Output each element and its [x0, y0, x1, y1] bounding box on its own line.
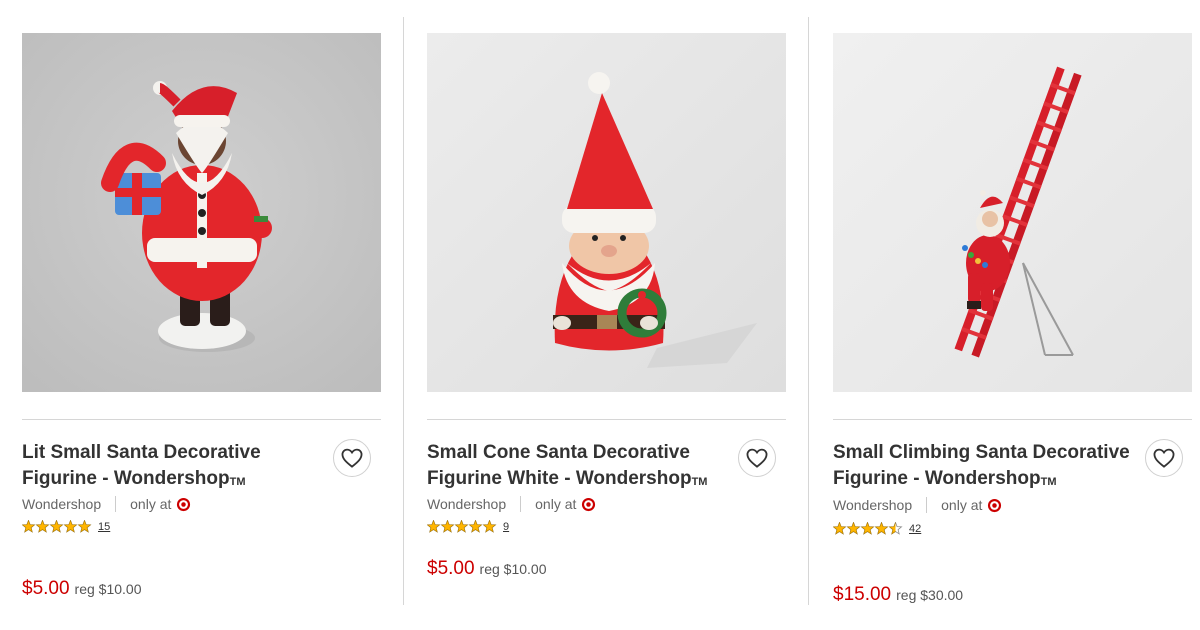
- santa-figurine-image: [833, 33, 1192, 392]
- column-divider: [808, 17, 809, 605]
- star-icon: [833, 522, 847, 535]
- card-divider: [427, 419, 786, 420]
- target-bullseye-icon: [988, 498, 1002, 512]
- review-count-link[interactable]: 9: [503, 521, 509, 533]
- product-meta: Wondershop only at: [833, 495, 1002, 515]
- star-icon: [35, 520, 50, 533]
- brand-name[interactable]: Wondershop: [833, 497, 928, 513]
- card-divider: [22, 419, 381, 420]
- star-icon: [22, 520, 36, 533]
- target-bullseye-icon: [177, 497, 191, 511]
- star-icon: [874, 522, 889, 535]
- star-icon: [888, 522, 903, 535]
- favorite-button[interactable]: [333, 439, 371, 477]
- santa-figurine-image: [427, 33, 786, 392]
- rating-stars: [833, 522, 903, 535]
- star-icon: [63, 520, 78, 533]
- availability: only at: [116, 496, 191, 512]
- star-rating: 15: [22, 520, 110, 533]
- product-title[interactable]: Small Climbing Santa Decorative Figurine…: [833, 440, 1133, 492]
- availability: only at: [521, 496, 596, 512]
- star-icon: [77, 520, 92, 533]
- regular-price: reg $10.00: [479, 561, 547, 577]
- price: $5.00 reg $10.00: [427, 558, 547, 580]
- product-image-climbing-santa[interactable]: [833, 33, 1192, 392]
- sale-price: $5.00: [22, 578, 70, 599]
- star-icon: [427, 520, 441, 533]
- target-bullseye-icon: [582, 497, 596, 511]
- sale-price: $15.00: [833, 584, 892, 605]
- star-icon: [846, 522, 861, 535]
- star-icon: [49, 520, 64, 533]
- product-card[interactable]: Small Climbing Santa Decorative Figurine…: [833, 0, 1192, 630]
- product-card[interactable]: Lit Small Santa Decorative Figurine - Wo…: [22, 0, 381, 630]
- brand-name[interactable]: Wondershop: [427, 496, 522, 512]
- review-count-link[interactable]: 42: [909, 523, 921, 535]
- rating-stars: [427, 520, 497, 533]
- product-title[interactable]: Small Cone Santa Decorative Figurine Whi…: [427, 440, 727, 492]
- product-card[interactable]: Small Cone Santa Decorative Figurine Whi…: [427, 0, 786, 630]
- product-meta: Wondershop only at: [427, 494, 596, 514]
- star-icon: [860, 522, 875, 535]
- star-icon: [482, 520, 497, 533]
- card-divider: [833, 419, 1192, 420]
- star-icon: [468, 520, 483, 533]
- star-icon: [454, 520, 469, 533]
- review-count-link[interactable]: 15: [98, 521, 110, 533]
- product-image-lit-santa[interactable]: [22, 33, 381, 392]
- santa-figurine-image: [22, 33, 381, 392]
- sale-price: $5.00: [427, 558, 475, 579]
- price: $5.00 reg $10.00: [22, 578, 142, 600]
- availability: only at: [927, 497, 1002, 513]
- heart-icon: [746, 448, 768, 468]
- product-title[interactable]: Lit Small Santa Decorative Figurine - Wo…: [22, 440, 322, 492]
- regular-price: reg $30.00: [896, 587, 964, 603]
- product-image-cone-santa[interactable]: [427, 33, 786, 392]
- regular-price: reg $10.00: [74, 581, 142, 597]
- heart-icon: [341, 448, 363, 468]
- heart-icon: [1153, 448, 1175, 468]
- star-rating: 9: [427, 520, 509, 533]
- star-icon: [440, 520, 455, 533]
- star-rating: 42: [833, 522, 921, 535]
- column-divider: [403, 17, 404, 605]
- price: $15.00 reg $30.00: [833, 584, 963, 606]
- rating-stars: [22, 520, 92, 533]
- favorite-button[interactable]: [1145, 439, 1183, 477]
- brand-name[interactable]: Wondershop: [22, 496, 117, 512]
- product-meta: Wondershop only at: [22, 494, 191, 514]
- favorite-button[interactable]: [738, 439, 776, 477]
